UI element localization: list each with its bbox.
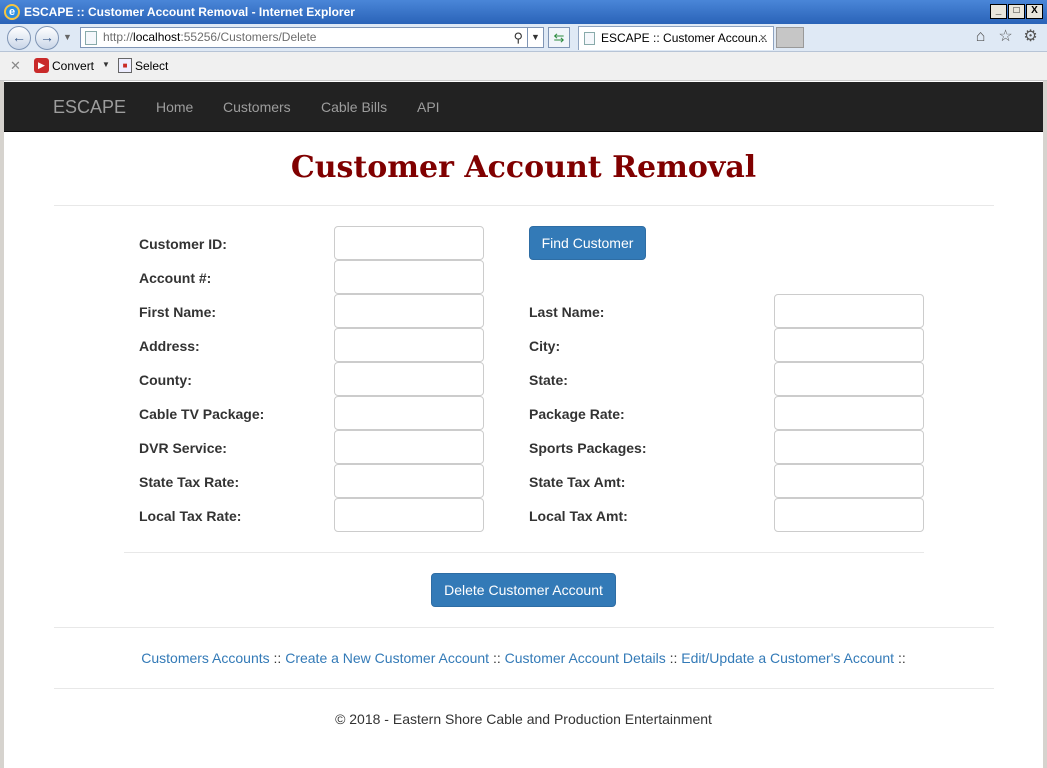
link-trailing-separator: :: [894, 650, 906, 666]
local-tax-rate-input[interactable] [334, 498, 484, 532]
tab-close-icon[interactable]: × [759, 27, 767, 49]
customer-id-label: Customer ID: [139, 236, 227, 252]
local-tax-amt-input[interactable] [774, 498, 924, 532]
link-edit-customer-account[interactable]: Edit/Update a Customer's Account [681, 650, 894, 666]
url-dropdown-icon[interactable]: ▼ [527, 28, 543, 47]
form-divider [124, 552, 924, 553]
link-customers-accounts[interactable]: Customers Accounts [141, 650, 269, 666]
link-separator: :: [269, 650, 286, 666]
history-dropdown-icon[interactable]: ▼ [63, 32, 72, 42]
site-navbar: ESCAPE Home Customers Cable Bills API [4, 82, 1043, 132]
title-divider [54, 205, 994, 206]
url-path: :55256/Customers/Delete [180, 30, 317, 44]
cable-tv-package-input[interactable] [334, 396, 484, 430]
back-arrow-icon[interactable]: ← [7, 26, 31, 50]
favorites-star-icon[interactable]: ☆ [997, 28, 1014, 45]
address-input[interactable] [334, 328, 484, 362]
link-separator: :: [665, 650, 682, 666]
select-button[interactable]: ■ Select [118, 58, 168, 73]
minimize-button[interactable]: _ [990, 4, 1007, 19]
gear-icon[interactable]: ⚙ [1022, 28, 1039, 45]
package-rate-input[interactable] [774, 396, 924, 430]
window-title: ESCAPE :: Customer Account Removal - Int… [24, 5, 355, 19]
nav-home[interactable]: Home [156, 82, 193, 132]
link-customer-account-details[interactable]: Customer Account Details [505, 650, 666, 666]
window-titlebar: e ESCAPE :: Customer Account Removal - I… [0, 0, 1047, 24]
url-input[interactable]: http://localhost:55256/Customers/Delete … [80, 27, 544, 48]
first-name-input[interactable] [334, 294, 484, 328]
nav-cable-bills[interactable]: Cable Bills [321, 82, 387, 132]
select-label: Select [135, 58, 169, 73]
county-label: County: [139, 372, 192, 388]
copyright-footer: © 2018 - Eastern Shore Cable and Product… [335, 711, 712, 727]
delete-customer-account-button[interactable]: Delete Customer Account [431, 573, 616, 607]
navbar-brand[interactable]: ESCAPE [53, 82, 126, 132]
county-input[interactable] [334, 362, 484, 396]
maximize-button[interactable]: □ [1008, 4, 1025, 19]
state-tax-rate-label: State Tax Rate: [139, 474, 240, 490]
sports-packages-label: Sports Packages: [529, 440, 647, 456]
tab-label: ESCAPE :: Customer Accoun... [601, 31, 768, 45]
first-name-label: First Name: [139, 304, 217, 320]
pdf-convert-icon: ▶ [34, 58, 49, 73]
city-input[interactable] [774, 328, 924, 362]
command-bar: ✕ ▶ Convert ▼ ■ Select [0, 52, 1047, 81]
links-divider-bottom [54, 688, 994, 689]
link-separator: :: [489, 650, 505, 666]
convert-dropdown-icon[interactable]: ▼ [102, 60, 110, 69]
window-controls: _ □ X [990, 4, 1043, 19]
package-rate-label: Package Rate: [529, 406, 625, 422]
customer-id-input[interactable] [334, 226, 484, 260]
url-host: localhost [133, 30, 181, 44]
page-title: Customer Account Removal [290, 150, 757, 185]
internet-explorer-icon: e [4, 4, 20, 20]
account-number-label: Account #: [139, 270, 212, 286]
account-number-input[interactable] [334, 260, 484, 294]
home-icon[interactable]: ⌂ [972, 28, 989, 45]
state-input[interactable] [774, 362, 924, 396]
browser-tab[interactable]: ESCAPE :: Customer Accoun... × [578, 26, 774, 50]
address-toolbar: ← → ▼ http://localhost:55256/Customers/D… [0, 24, 1047, 52]
close-window-button[interactable]: X [1026, 4, 1043, 19]
find-customer-button[interactable]: Find Customer [529, 226, 646, 260]
convert-button[interactable]: ▶ Convert [34, 58, 94, 73]
cable-tv-package-label: Cable TV Package: [139, 406, 265, 422]
state-label: State: [529, 372, 568, 388]
state-tax-amt-input[interactable] [774, 464, 924, 498]
search-icon[interactable]: ⚲ [513, 28, 523, 47]
address-label: Address: [139, 338, 200, 354]
close-toolbar-icon[interactable]: ✕ [10, 58, 21, 74]
city-label: City: [529, 338, 561, 354]
page-icon [85, 31, 97, 45]
link-create-customer-account[interactable]: Create a New Customer Account [285, 650, 489, 666]
last-name-label: Last Name: [529, 304, 605, 320]
state-tax-amt-label: State Tax Amt: [529, 474, 626, 490]
browser-icons: ⌂ ☆ ⚙ [972, 28, 1039, 45]
last-name-input[interactable] [774, 294, 924, 328]
refresh-icon[interactable]: ⇆ [548, 27, 570, 48]
dvr-service-input[interactable] [334, 430, 484, 464]
url-prefix: http:// [103, 30, 134, 44]
tab-page-icon [584, 32, 595, 45]
convert-label: Convert [52, 58, 95, 73]
local-tax-amt-label: Local Tax Amt: [529, 508, 628, 524]
forward-arrow-icon[interactable]: → [35, 26, 59, 50]
local-tax-rate-label: Local Tax Rate: [139, 508, 242, 524]
state-tax-rate-input[interactable] [334, 464, 484, 498]
nav-customers[interactable]: Customers [223, 82, 291, 132]
nav-api[interactable]: API [417, 82, 440, 132]
select-icon: ■ [118, 58, 132, 73]
dvr-service-label: DVR Service: [139, 440, 227, 456]
links-divider-top [54, 627, 994, 628]
footer-links: Customers Accounts :: Create a New Custo… [0, 648, 1047, 668]
new-tab-button[interactable] [776, 27, 804, 48]
sports-packages-input[interactable] [774, 430, 924, 464]
